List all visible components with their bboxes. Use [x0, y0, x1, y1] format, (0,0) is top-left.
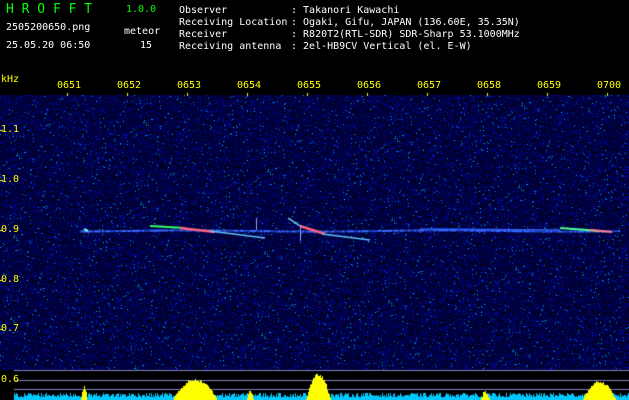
location-label: Receiving Location [179, 17, 288, 28]
frequency-tick-label: 0.9 [1, 224, 20, 235]
time-tick-label: 0656 [357, 80, 382, 91]
time-tick-label: 0652 [117, 80, 142, 91]
location-value: : Ogaki, Gifu, JAPAN (136.60E, 35.35N) [291, 17, 520, 28]
app-title: H R O F F T [6, 2, 93, 17]
frequency-tick-label: 0.7 [1, 323, 20, 334]
time-tick-label: 0654 [237, 80, 262, 91]
frequency-unit-label: kHz [1, 74, 20, 85]
frequency-tick-label: 0.8 [1, 274, 20, 285]
meteor-count: 15 [140, 40, 153, 51]
antenna-label: Receiving antenna [179, 41, 282, 52]
time-tick-label: 0657 [417, 80, 442, 91]
observer-value: : Takanori Kawachi [291, 5, 400, 16]
observation-datetime: 25.05.20 06:50 [6, 40, 91, 51]
image-filename: 2505200650.png [6, 22, 91, 33]
antenna-value: : 2el-HB9CV Vertical (el. E-W) [291, 41, 472, 52]
frequency-tick-label: 1.0 [1, 174, 20, 185]
meteor-label: meteor [124, 26, 161, 37]
spectrogram-waterfall [0, 0, 629, 400]
time-tick-label: 0651 [57, 80, 82, 91]
receiver-value: : R820T2(RTL-SDR) SDR-Sharp 53.1000MHz [291, 29, 520, 40]
time-tick-label: 0655 [297, 80, 322, 91]
frequency-tick-label: 0.6 [1, 374, 20, 385]
time-tick-label: 0659 [537, 80, 562, 91]
app-version: 1.0.0 [126, 4, 157, 15]
time-tick-label: 0653 [177, 80, 202, 91]
time-tick-label: 0658 [477, 80, 502, 91]
time-tick-label: 0700 [597, 80, 622, 91]
frequency-tick-label: 1.1 [1, 124, 20, 135]
observer-label: Observer [179, 5, 228, 16]
receiver-label: Receiver [179, 29, 228, 40]
